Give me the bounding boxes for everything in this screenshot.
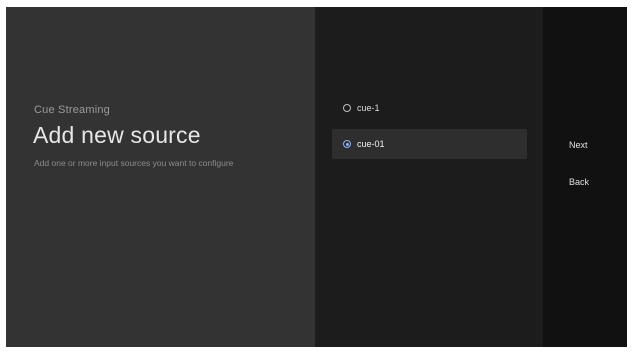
setup-screen: Cue Streaming Add new source Add one or … bbox=[6, 7, 627, 347]
source-option-label: cue-1 bbox=[357, 103, 380, 113]
page-description: Add one or more input sources you want t… bbox=[34, 158, 234, 168]
source-list: cue-1 cue-01 bbox=[315, 7, 543, 347]
source-option-label: cue-01 bbox=[357, 139, 385, 149]
next-button[interactable]: Next bbox=[569, 140, 588, 150]
guidance-panel: Cue Streaming Add new source Add one or … bbox=[6, 7, 315, 347]
button-panel: Next Back bbox=[543, 7, 627, 347]
radio-checked-icon bbox=[343, 140, 351, 148]
breadcrumb: Cue Streaming bbox=[34, 104, 110, 116]
page-title: Add new source bbox=[33, 122, 201, 148]
source-option-cue-1[interactable]: cue-1 bbox=[332, 93, 527, 123]
radio-unchecked-icon bbox=[343, 104, 351, 112]
source-option-cue-01[interactable]: cue-01 bbox=[332, 129, 527, 159]
radio-dot-icon bbox=[345, 142, 349, 146]
back-button[interactable]: Back bbox=[569, 177, 589, 187]
